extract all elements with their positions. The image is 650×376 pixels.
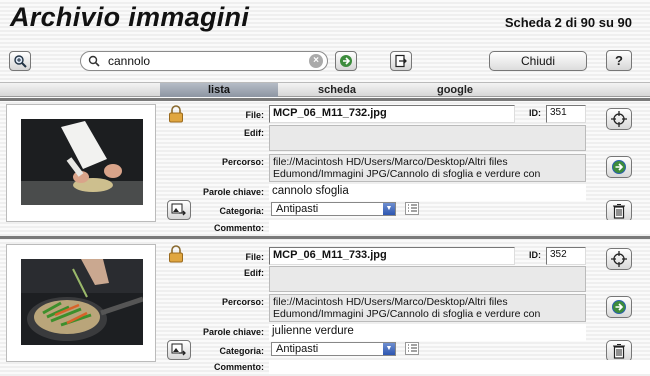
dropdown-arrow-icon: ▼: [383, 343, 395, 355]
zoom-in-button[interactable]: [9, 51, 31, 71]
parole-label: Parole chiave:: [202, 327, 264, 337]
trash-icon: [613, 344, 625, 359]
comment-field[interactable]: [269, 360, 650, 374]
file-label: File:: [245, 252, 264, 262]
export-icon: [395, 54, 407, 68]
categoria-label: Categoria:: [219, 206, 264, 216]
comment-field[interactable]: [269, 220, 650, 234]
id-field[interactable]: 351: [546, 105, 586, 123]
open-path-button[interactable]: [606, 156, 632, 178]
category-list-button[interactable]: [405, 342, 419, 355]
delete-button[interactable]: [606, 340, 632, 362]
record-separator: [0, 98, 650, 101]
percorso-field[interactable]: file://Macintosh HD/Users/Marco/Desktop/…: [269, 154, 586, 182]
id-field[interactable]: 352: [546, 247, 586, 265]
clear-search-icon[interactable]: ×: [309, 54, 323, 68]
parole-label: Parole chiave:: [202, 187, 264, 197]
list-icon: [408, 344, 417, 352]
percorso-field[interactable]: file://Macintosh HD/Users/Marco/Desktop/…: [269, 294, 586, 322]
go-arrow-icon: [612, 160, 626, 174]
delete-button[interactable]: [606, 200, 632, 222]
keywords-field[interactable]: julienne verdure: [269, 324, 586, 341]
cannolo-photo: [21, 119, 143, 205]
categoria-label: Categoria:: [219, 346, 264, 356]
percorso-label: Percorso:: [221, 297, 264, 307]
zoom-in-icon: [14, 55, 27, 68]
edif-field[interactable]: [269, 125, 586, 151]
category-list-button[interactable]: [405, 202, 419, 215]
search-input[interactable]: cannolo: [106, 54, 309, 68]
category-select[interactable]: Antipasti ▼: [271, 342, 396, 356]
crosshair-icon: [611, 251, 627, 267]
open-path-button[interactable]: [606, 296, 632, 318]
window-title: Archivio immagini: [10, 2, 250, 32]
commento-label: Commento:: [214, 223, 264, 233]
trash-icon: [613, 204, 625, 219]
category-value: Antipasti: [276, 343, 319, 355]
close-button[interactable]: Chiudi: [489, 51, 587, 71]
view-tab-bar: lista scheda google: [0, 82, 650, 97]
pan-vegetables-photo: [21, 259, 143, 345]
keywords-field[interactable]: cannolo sfoglia: [269, 184, 586, 201]
export-button[interactable]: [390, 51, 412, 71]
tab-scheda[interactable]: scheda: [278, 83, 396, 97]
target-button[interactable]: [606, 108, 632, 130]
edif-label: Edif:: [244, 268, 264, 278]
record-counter: Scheda 2 di 90 su 90: [504, 15, 632, 30]
search-icon: [88, 55, 106, 67]
dropdown-arrow-icon: ▼: [383, 203, 395, 215]
id-label: ID:: [529, 250, 541, 260]
record-thumbnail[interactable]: [6, 104, 156, 222]
percorso-label: Percorso:: [221, 157, 264, 167]
record-separator: [0, 236, 650, 239]
id-label: ID:: [529, 108, 541, 118]
tab-google[interactable]: google: [396, 83, 514, 97]
go-button[interactable]: [335, 51, 357, 71]
list-icon: [408, 204, 417, 212]
edif-field[interactable]: [269, 266, 586, 292]
edif-label: Edif:: [244, 128, 264, 138]
file-label: File:: [245, 110, 264, 120]
category-value: Antipasti: [276, 203, 319, 215]
target-button[interactable]: [606, 248, 632, 270]
record-thumbnail[interactable]: [6, 244, 156, 362]
crosshair-icon: [611, 111, 627, 127]
commento-label: Commento:: [214, 362, 264, 372]
search-field[interactable]: cannolo ×: [80, 51, 328, 71]
help-button[interactable]: ?: [606, 50, 632, 71]
go-arrow-icon: [612, 300, 626, 314]
category-select[interactable]: Antipasti ▼: [271, 202, 396, 216]
go-arrow-icon: [340, 55, 352, 67]
tab-lista[interactable]: lista: [160, 83, 278, 97]
